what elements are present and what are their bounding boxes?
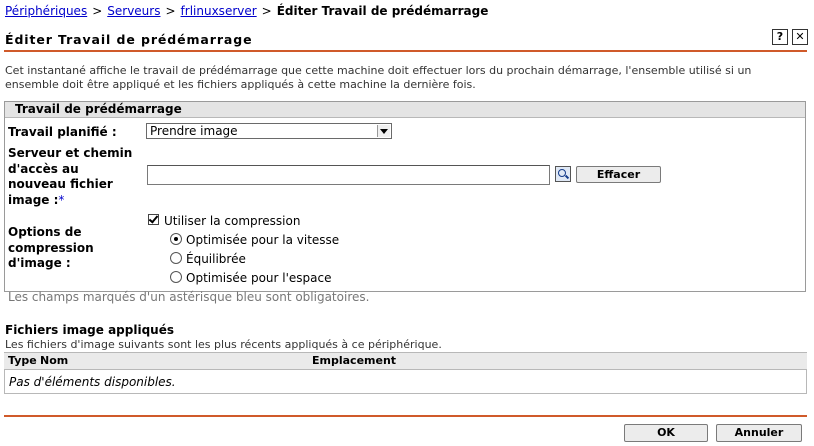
footer-divider <box>4 415 807 417</box>
compression-options-label: Options de compression d'image : <box>8 225 94 270</box>
breadcrumb: Périphériques > Serveurs > frlinuxserver > Édi… <box>5 4 488 18</box>
cancel-button[interactable]: Annuler <box>716 424 802 442</box>
panel-title: Travail de prédémarrage <box>15 102 182 116</box>
column-name[interactable]: Nom <box>40 354 68 367</box>
required-asterisk: * <box>58 192 65 207</box>
scheduled-job-value: Prendre image <box>150 124 238 138</box>
breadcrumb-current: Éditer Travail de prédémarrage <box>276 4 489 18</box>
scheduled-job-select[interactable]: Prendre image <box>146 123 392 139</box>
chevron-right-icon: > <box>261 4 272 18</box>
breadcrumb-link-serveurs[interactable]: Serveurs <box>107 4 160 18</box>
ok-button[interactable]: OK <box>624 424 708 442</box>
column-location[interactable]: Emplacement <box>312 354 396 367</box>
option-speed-label: Optimisée pour la vitesse <box>186 233 340 247</box>
help-icon[interactable]: ? <box>772 29 788 45</box>
empty-message: Pas d'éléments disponibles. <box>9 375 176 389</box>
close-icon[interactable]: ✕ <box>792 29 808 45</box>
page-description: Cet instantané affiche le travail de pré… <box>5 64 752 91</box>
radio-space[interactable] <box>170 271 182 283</box>
chevron-right-icon: > <box>165 4 176 18</box>
radio-balanced[interactable] <box>170 252 182 264</box>
radio-speed[interactable] <box>170 233 182 245</box>
breadcrumb-link-peripheriques[interactable]: Périphériques <box>5 4 87 18</box>
clear-button[interactable]: Effacer <box>576 166 661 183</box>
use-compression-checkbox[interactable] <box>148 214 159 225</box>
scheduled-job-label: Travail planifié : <box>8 125 117 139</box>
required-note: Les champs marqués d'un astérisque bleu … <box>8 290 370 304</box>
panel-header: Travail de prédémarrage <box>5 102 805 118</box>
use-compression-label: Utiliser la compression <box>164 214 301 228</box>
image-path-input[interactable] <box>147 165 550 185</box>
applied-files-table-header: Type Nom Emplacement <box>4 352 807 370</box>
breadcrumb-link-server[interactable]: frlinuxserver <box>181 4 257 18</box>
chevron-right-icon: > <box>92 4 103 18</box>
chevron-down-icon <box>377 125 390 137</box>
title-divider <box>4 50 807 52</box>
option-space-label: Optimisée pour l'espace <box>186 271 332 285</box>
image-path-label: Serveur et chemin d'accès au nouveau fic… <box>8 146 133 207</box>
column-type[interactable]: Type <box>8 354 37 367</box>
page-title: Éditer Travail de prédémarrage <box>5 32 253 47</box>
option-balanced-label: Équilibrée <box>186 252 246 266</box>
applied-files-title: Fichiers image appliqués <box>5 323 174 337</box>
applied-files-subtitle: Les fichiers d'image suivants sont les p… <box>5 338 442 351</box>
search-icon[interactable] <box>555 166 571 182</box>
